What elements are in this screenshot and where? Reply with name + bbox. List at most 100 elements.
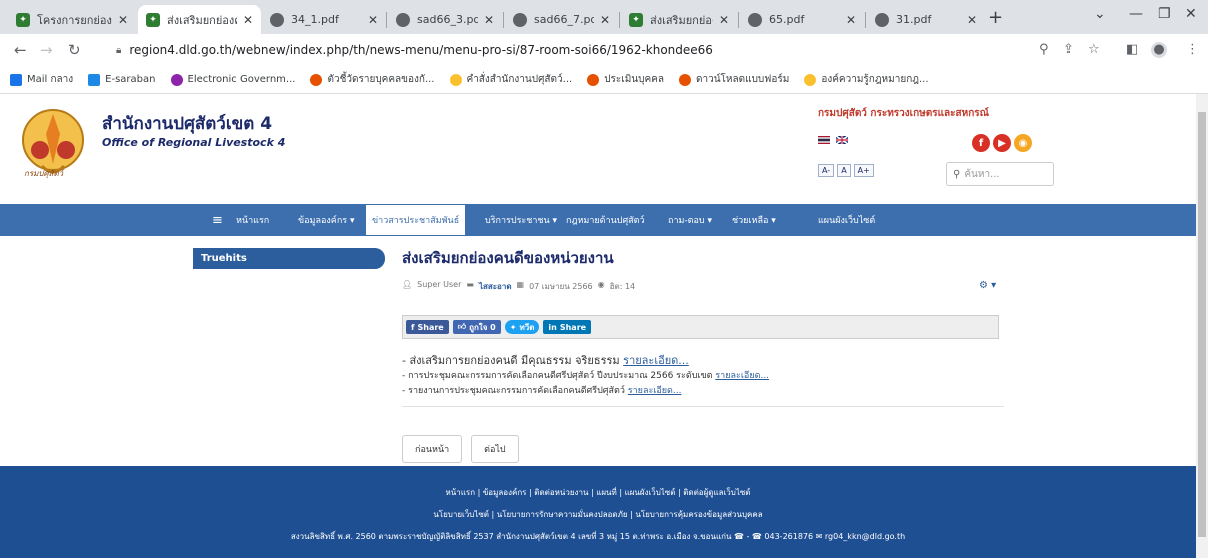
font-normal-button[interactable]: A xyxy=(837,164,851,177)
details-link[interactable]: รายละเอียด... xyxy=(623,354,689,367)
browser-tab[interactable]: ✦ ส่งเสริมยกย่องค ✕ xyxy=(621,5,737,34)
menu-dots-icon[interactable]: ⋮ xyxy=(1186,42,1199,57)
bookmark-label: ประเมินบุคคล xyxy=(604,74,664,85)
restore-icon[interactable]: ❐ xyxy=(1158,6,1171,22)
nav-laws[interactable]: กฎหมายด้านปศุสัตว์ xyxy=(560,204,651,236)
profile-avatar-icon[interactable]: ● xyxy=(1151,42,1167,58)
nav-about[interactable]: ข้อมูลองค์กร ▾ xyxy=(292,204,361,236)
browser-tab[interactable]: 34_1.pdf ✕ xyxy=(262,5,386,34)
nav-faq[interactable]: ถาม-ตอบ ▾ xyxy=(662,204,718,236)
tab-title: 31.pdf xyxy=(896,13,932,26)
share-icon[interactable]: ⇪ xyxy=(1063,42,1074,57)
egov-icon xyxy=(170,73,183,86)
gear-icon[interactable]: ⚙ ▾ xyxy=(979,280,996,291)
facebook-icon: f xyxy=(411,322,415,332)
uk-flag-icon[interactable] xyxy=(836,136,848,144)
bookmark-item[interactable]: Electronic Governm... xyxy=(170,73,295,86)
bookmarks-bar: Mail กลาง E-saraban Electronic Governm..… xyxy=(0,66,1208,94)
next-button[interactable]: ต่อไป xyxy=(471,435,519,463)
footer-links[interactable]: หน้าแรก | ข้อมูลองค์กร | ติดต่อหน่วยงาน … xyxy=(0,486,1196,499)
browser-tab[interactable]: sad66_3.pdf ✕ xyxy=(388,5,502,34)
nav-help[interactable]: ช่วยเหลือ ▾ xyxy=(726,204,782,236)
tab-title: sad66_3.pdf xyxy=(417,13,478,26)
close-tab-icon[interactable]: ✕ xyxy=(600,13,610,27)
dld-icon xyxy=(587,73,600,86)
dld-icon xyxy=(804,73,817,86)
close-tab-icon[interactable]: ✕ xyxy=(118,13,128,27)
bookmark-item[interactable]: E-saraban xyxy=(88,73,156,86)
site-search-input[interactable]: ⚲ ค้นหา... xyxy=(946,162,1054,186)
side-panel-icon[interactable]: ◧ xyxy=(1126,42,1138,57)
font-decrease-button[interactable]: A- xyxy=(818,164,835,177)
zoom-icon[interactable]: ⚲ xyxy=(1039,42,1049,57)
footer-policies[interactable]: นโยบายเว็บไซต์ | นโยบายการรักษาความมั่นค… xyxy=(0,508,1196,521)
pagination: ก่อนหน้า ต่อไป xyxy=(402,435,519,463)
linkedin-share-button[interactable]: in Share xyxy=(543,320,592,334)
globe-icon xyxy=(396,12,410,27)
bookmark-star-icon[interactable]: ☆ xyxy=(1088,42,1100,57)
twitter-icon: ✦ xyxy=(509,322,517,332)
thai-flag-icon[interactable] xyxy=(818,136,830,144)
browser-tab[interactable]: 65.pdf ✕ xyxy=(740,5,864,34)
bookmark-item[interactable]: ตัวชี้วัดรายบุคคลของกั... xyxy=(310,72,435,87)
address-bar[interactable]: 🔒︎ region4.dld.go.th/webnew/index.php/th… xyxy=(110,37,1070,63)
facebook-like-button[interactable]: 👍︎ ถูกใจ 0 xyxy=(452,320,501,334)
bookmark-item[interactable]: องค์ความรู้กฎหมายกฎ... xyxy=(804,72,929,87)
nav-news[interactable]: ข่าวสารประชาสัมพันธ์ xyxy=(365,204,467,236)
hamburger-menu-icon[interactable]: ≡ xyxy=(206,204,229,236)
forward-icon[interactable]: → xyxy=(40,41,53,59)
close-tab-icon[interactable]: ✕ xyxy=(846,13,856,27)
tab-title: โครงการยกย่อง xyxy=(37,13,112,27)
article-title: ส่งเสริมยกย่องคนดีของหน่วยงาน xyxy=(402,249,614,267)
font-increase-button[interactable]: A+ xyxy=(853,164,874,177)
reload-icon[interactable]: ↻ xyxy=(68,41,81,59)
tab-separator xyxy=(619,12,620,28)
article-category[interactable]: ไสสะอาด xyxy=(479,280,512,293)
close-tab-icon[interactable]: ✕ xyxy=(484,13,494,27)
rss-icon[interactable]: ◉ xyxy=(1014,134,1032,152)
details-link[interactable]: รายละเอียด... xyxy=(715,371,769,381)
nav-sitemap[interactable]: แผนผังเว็บไซต์ xyxy=(812,204,881,236)
close-tab-icon[interactable]: ✕ xyxy=(243,13,253,27)
share-label: Share xyxy=(417,322,444,332)
site-title-th[interactable]: สำนักงานปศุสัตว์เขต 4 xyxy=(102,110,272,137)
scrollbar-thumb[interactable] xyxy=(1198,112,1206,537)
bookmark-item[interactable]: ประเมินบุคคล xyxy=(587,72,664,87)
globe-icon xyxy=(513,12,527,27)
browser-tab[interactable]: ✦ โครงการยกย่อง ✕ xyxy=(8,5,136,34)
close-tab-icon[interactable]: ✕ xyxy=(719,13,729,27)
browser-tab-active[interactable]: ✦ ส่งเสริมยกย่องค ✕ xyxy=(138,5,261,34)
close-tab-icon[interactable]: ✕ xyxy=(967,13,977,27)
facebook-icon[interactable]: f xyxy=(972,134,990,152)
globe-icon xyxy=(748,12,762,27)
tab-search-icon[interactable]: ⌄ xyxy=(1094,6,1106,22)
article-author: Super User xyxy=(417,280,462,289)
nav-services[interactable]: บริการประชาชน ▾ xyxy=(479,204,563,236)
new-tab-icon[interactable]: + xyxy=(988,7,1003,28)
close-tab-icon[interactable]: ✕ xyxy=(368,13,378,27)
tab-title: 65.pdf xyxy=(769,13,805,26)
bookmark-item[interactable]: ดาวน์โหลดแบบฟอร์ม xyxy=(678,72,789,87)
nav-home[interactable]: หน้าแรก xyxy=(230,204,275,236)
language-switch xyxy=(818,136,848,144)
linkedin-icon: in xyxy=(548,322,557,332)
minimize-icon[interactable]: — xyxy=(1129,6,1143,22)
search-placeholder: ค้นหา... xyxy=(964,168,1000,180)
prev-button[interactable]: ก่อนหน้า xyxy=(402,435,463,463)
dld-icon xyxy=(678,73,691,86)
back-icon[interactable]: ← xyxy=(14,41,27,59)
close-window-icon[interactable]: ✕ xyxy=(1185,6,1197,22)
tab-strip: ✦ โครงการยกย่อง ✕ ✦ ส่งเสริมยกย่องค ✕ 34… xyxy=(0,0,1208,34)
bookmark-item[interactable]: คำสั่งสำนักงานปศุสัตว์... xyxy=(449,72,572,87)
folder-icon: ▬ xyxy=(466,280,474,289)
site-title-en[interactable]: Office of Regional Livestock 4 xyxy=(102,136,285,149)
tweet-button[interactable]: ✦ ทวีต xyxy=(504,320,540,334)
browser-tab[interactable]: 31.pdf ✕ xyxy=(867,5,985,34)
bookmark-item[interactable]: Mail กลาง xyxy=(10,72,73,87)
page-scrollbar[interactable] xyxy=(1196,94,1208,558)
facebook-share-button[interactable]: f Share xyxy=(406,320,449,334)
details-link[interactable]: รายละเอียด... xyxy=(628,386,682,396)
youtube-icon[interactable]: ▶ xyxy=(993,134,1011,152)
tweet-label: ทวีต xyxy=(519,322,535,332)
browser-tab[interactable]: sad66_7.pdf ✕ xyxy=(505,5,618,34)
